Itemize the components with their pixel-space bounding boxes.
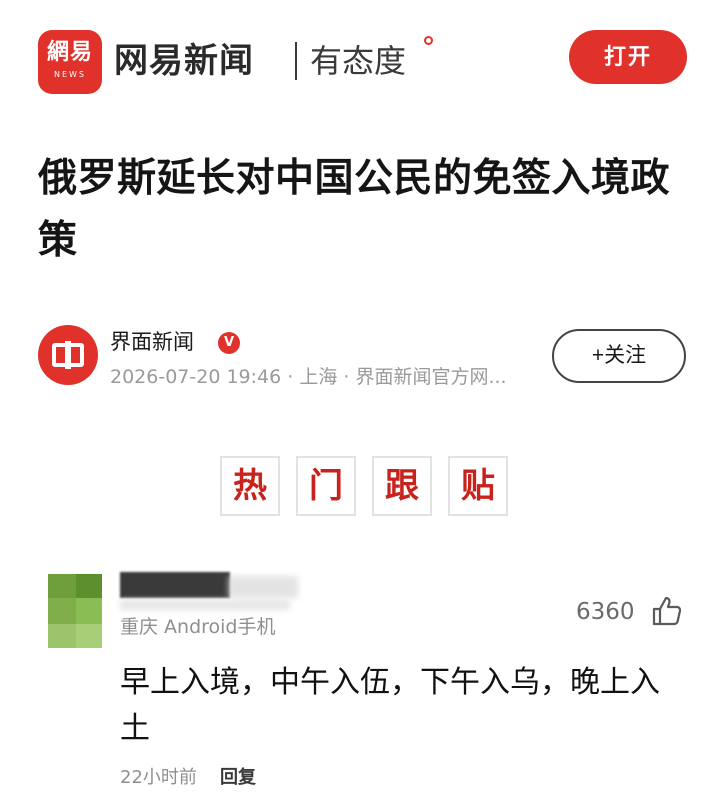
- hot-banner-char: 热: [220, 456, 280, 516]
- article-title: 俄罗斯延长对中国公民的免签入境政策: [38, 156, 671, 263]
- netease-news-logo: 網易 NEWS: [38, 30, 102, 94]
- commenter-name-redacted: [120, 572, 230, 598]
- thumbs-up-icon[interactable]: [650, 594, 684, 628]
- source-logo-bar: [65, 341, 71, 369]
- avatar-pixel: [48, 574, 76, 598]
- avatar-pixel: [76, 574, 102, 598]
- source-avatar[interactable]: [38, 325, 98, 385]
- source-meta: 2026-07-20 19:46 · 上海 · 界面新闻官方网...: [110, 366, 507, 388]
- brand-divider: [295, 42, 297, 80]
- commenter-name-redacted-tail: [228, 576, 298, 598]
- brand-name: 网易新闻: [114, 41, 254, 81]
- commenter-avatar[interactable]: [48, 574, 102, 648]
- hot-banner-char: 门: [296, 456, 356, 516]
- logo-glyph: 網易: [46, 40, 93, 65]
- slogan-degree-mark: [424, 36, 433, 45]
- source-name[interactable]: 界面新闻: [110, 327, 194, 357]
- reply-button[interactable]: 回复: [220, 764, 256, 792]
- like-count: 6360: [576, 599, 635, 625]
- comment-location: 重庆 Android手机: [120, 616, 276, 638]
- hot-comments-banner: 热 门 跟 贴: [220, 452, 510, 522]
- commenter-subline-redacted: [120, 600, 290, 610]
- avatar-pixel: [76, 624, 102, 648]
- app-header: 網易 NEWS 网易新闻 有态度 打开: [0, 0, 723, 110]
- hot-banner-char: 跟: [372, 456, 432, 516]
- open-app-button[interactable]: 打开: [569, 30, 687, 84]
- avatar-pixel: [48, 598, 76, 624]
- follow-button[interactable]: +关注: [552, 329, 686, 383]
- comment-text: 早上入境，中午入伍，下午入乌，晚上入土: [120, 665, 660, 746]
- avatar-pixel: [48, 624, 76, 648]
- hot-banner-char: 贴: [448, 456, 508, 516]
- comment-time: 22小时前: [120, 767, 197, 788]
- brand-slogan: 有态度: [310, 42, 407, 80]
- logo-sub: NEWS: [53, 70, 87, 79]
- avatar-pixel: [76, 598, 102, 624]
- verified-v-icon: V: [218, 332, 240, 354]
